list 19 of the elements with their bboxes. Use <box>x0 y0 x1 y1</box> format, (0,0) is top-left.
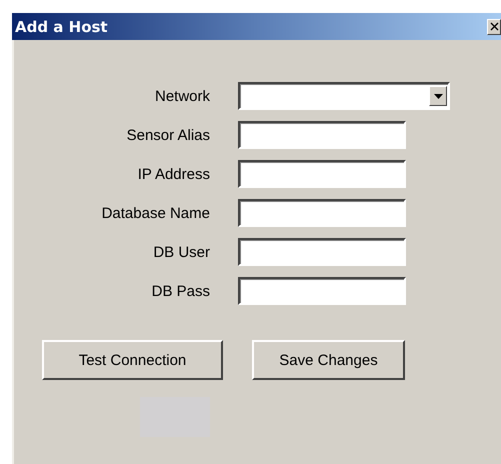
caret-icon <box>434 94 442 98</box>
input-field[interactable] <box>238 160 406 188</box>
close-icon <box>490 22 498 31</box>
input-field[interactable] <box>238 277 406 305</box>
input-field[interactable] <box>238 238 406 266</box>
field-label: DB Pass <box>152 282 210 300</box>
field-label: DB User <box>153 244 210 260</box>
field-label: IP Address <box>138 166 210 182</box>
test-connection-button[interactable]: Test Connection <box>42 340 223 380</box>
input-field[interactable] <box>238 199 406 227</box>
dropdown-button[interactable] <box>429 86 447 106</box>
window-title: Add a Host <box>15 18 108 36</box>
close-button[interactable] <box>487 18 501 34</box>
network-dropdown[interactable] <box>238 82 450 110</box>
input-field[interactable] <box>238 121 406 149</box>
field-label: Sensor Alias <box>126 126 210 144</box>
save-changes-button[interactable]: Save Changes <box>252 340 405 380</box>
field-label: Database Name <box>102 204 210 222</box>
field-label: Network <box>154 88 210 104</box>
